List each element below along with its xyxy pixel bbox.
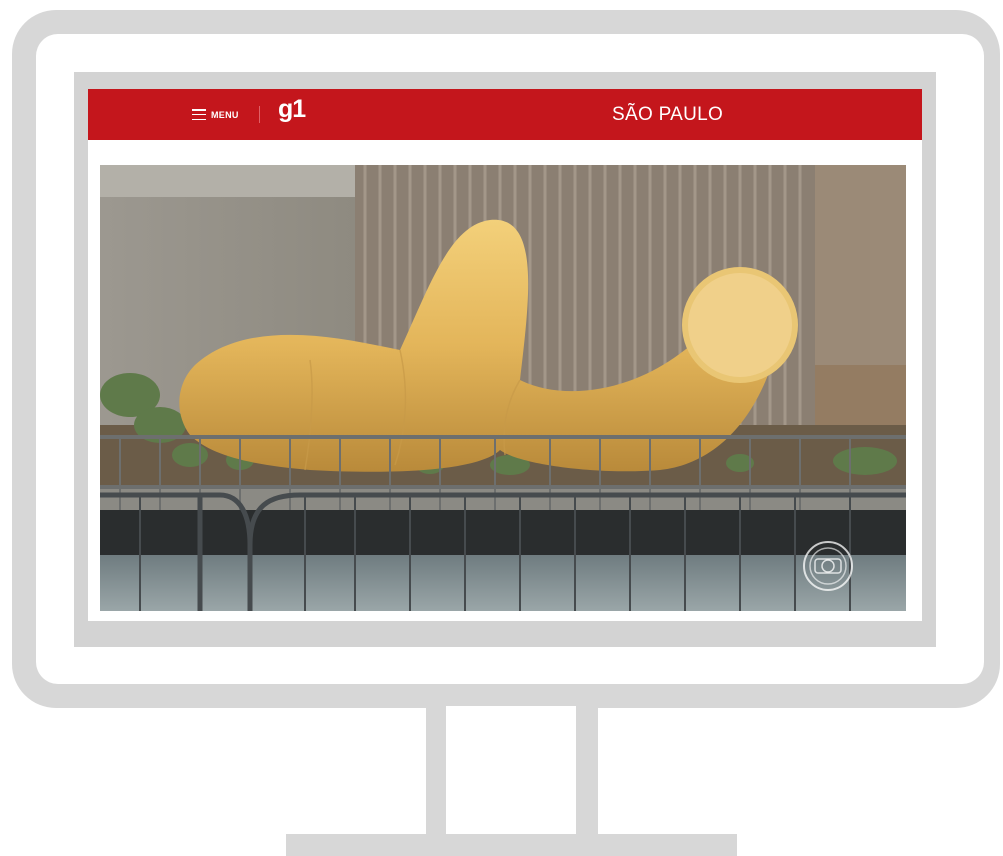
site-header: MENU g1 SÃO PAULO: [88, 89, 922, 140]
section-title[interactable]: SÃO PAULO: [612, 89, 723, 140]
globo-logo-icon: [803, 541, 853, 591]
menu-button[interactable]: MENU: [192, 89, 239, 140]
monitor-stand-neck: [426, 706, 598, 834]
menu-label: MENU: [211, 109, 239, 120]
web-page: MENU g1 SÃO PAULO: [88, 89, 922, 621]
article-photo[interactable]: [100, 165, 906, 611]
monitor-stand-base: [286, 834, 737, 856]
hamburger-icon: [192, 109, 206, 120]
header-divider: [259, 106, 260, 123]
g1-logo[interactable]: g1: [278, 95, 306, 124]
